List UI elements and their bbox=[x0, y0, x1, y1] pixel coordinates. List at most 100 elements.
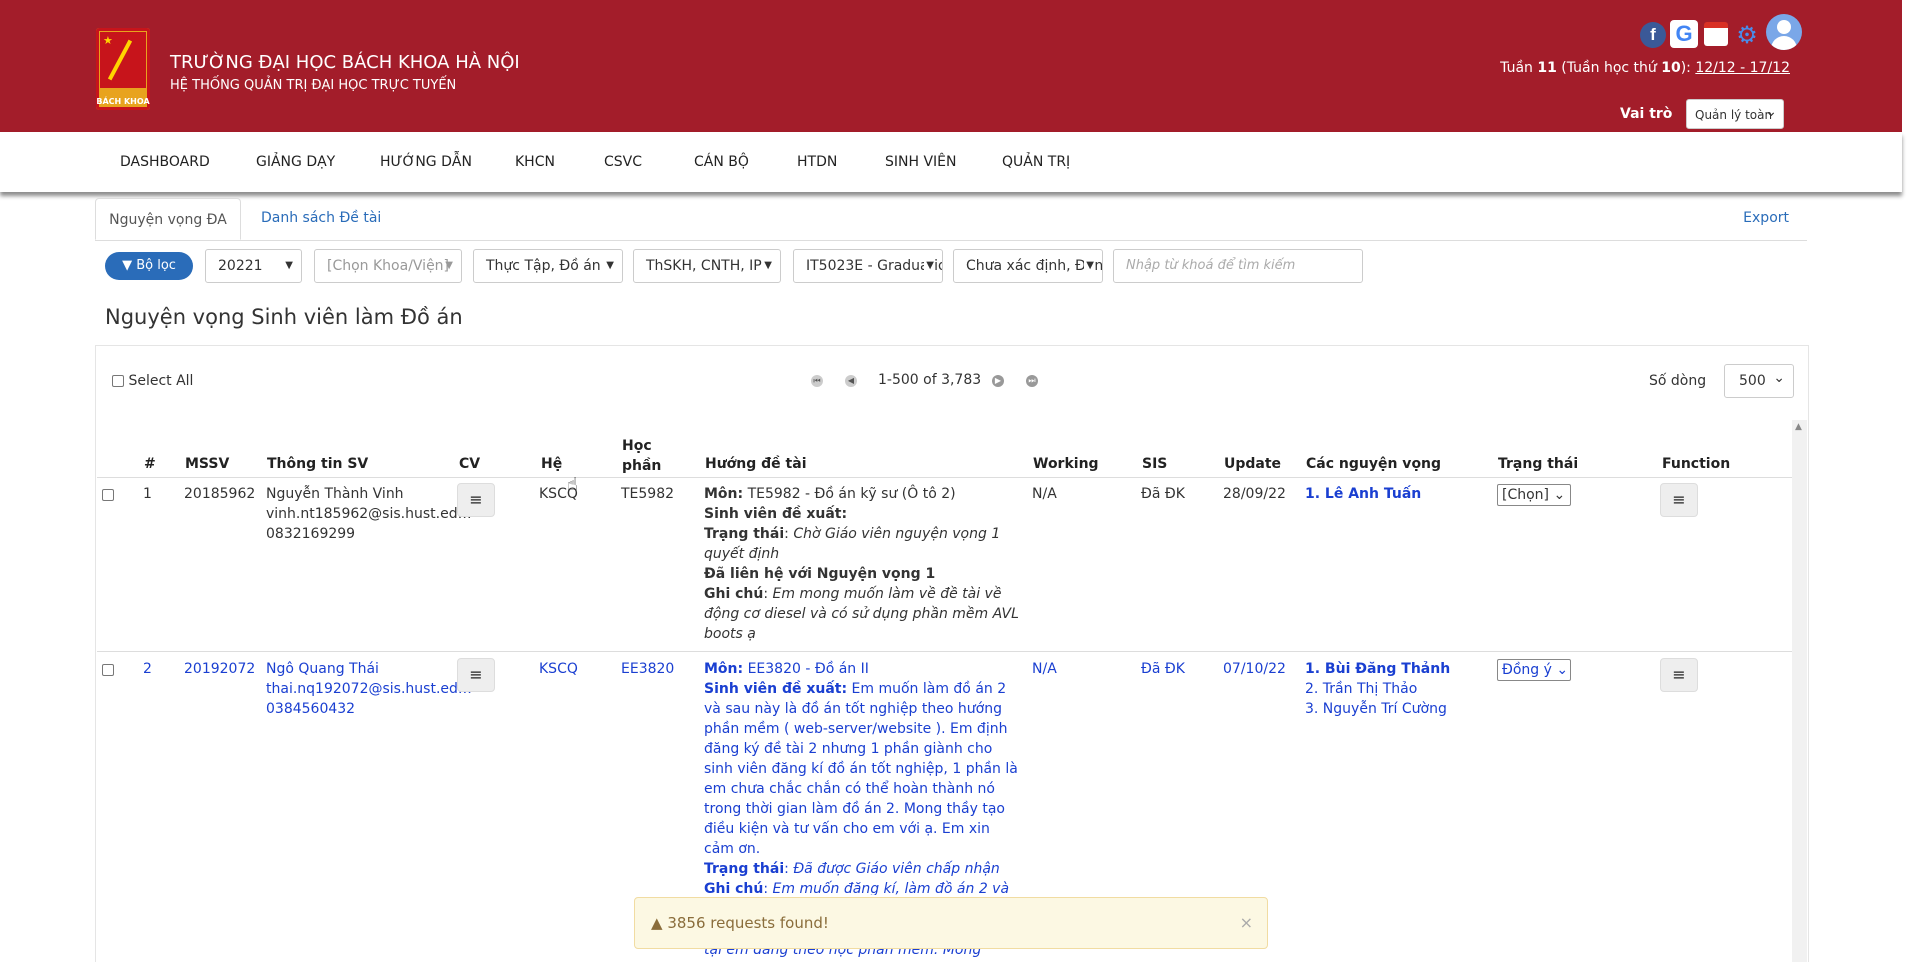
google-icon[interactable]: G bbox=[1670, 20, 1698, 48]
first-page-icon[interactable]: ⏮ bbox=[811, 375, 823, 387]
pagination-range: 1-500 of 3,783 bbox=[878, 372, 982, 388]
nav-htdn[interactable]: HTDN bbox=[797, 154, 837, 170]
prev-page-icon[interactable]: ◀ bbox=[845, 375, 857, 387]
col-status: Trạng thái bbox=[1498, 456, 1579, 472]
caret-icon: ▼ bbox=[924, 250, 934, 282]
col-working: Working bbox=[1033, 456, 1099, 472]
function-menu-button[interactable]: ≡ bbox=[1660, 483, 1698, 517]
wish-3[interactable]: 3. Nguyễn Trí Cường bbox=[1305, 699, 1447, 719]
nav-giang-day[interactable]: GIẢNG DẠY bbox=[256, 154, 335, 170]
tab-bar: Nguyện vọng ĐA Danh sách Đề tài Export bbox=[95, 198, 1807, 241]
term-value: 20221 bbox=[218, 258, 263, 274]
faculty-select[interactable]: [Chọn Khoa/Viện] ▼ bbox=[314, 249, 462, 283]
close-icon[interactable]: × bbox=[1240, 898, 1253, 948]
select-all-checkbox[interactable] bbox=[112, 375, 124, 387]
type-value: Thực Tập, Đồ án bbox=[486, 258, 601, 274]
row-system: KSCQ bbox=[539, 661, 578, 677]
course-select[interactable]: IT5023E - Graduation ▼ bbox=[793, 249, 943, 283]
calendar-icon[interactable] bbox=[1704, 22, 1728, 46]
status-filter-select[interactable]: Chưa xác định, Đồng ý▼ bbox=[953, 249, 1103, 283]
proposed-text: Em muốn làm đồ án 2 và sau này là đồ án … bbox=[704, 681, 1018, 857]
student-email: vinh.nt185962@sis.hust.edu.vn bbox=[266, 506, 476, 522]
row-working: N/A bbox=[1032, 661, 1057, 677]
gear-icon[interactable]: ⚙ bbox=[1734, 22, 1760, 48]
status-label: Trạng thái bbox=[704, 861, 785, 877]
caret-icon: ▼ bbox=[285, 260, 293, 271]
nav-can-bo[interactable]: CÁN BỘ bbox=[694, 154, 749, 170]
warning-icon: ▲ bbox=[651, 914, 663, 932]
row-divider bbox=[97, 651, 1792, 652]
facebook-icon[interactable]: f bbox=[1640, 22, 1666, 48]
nav-dashboard[interactable]: DASHBOARD bbox=[120, 154, 210, 170]
status-select[interactable]: Đồng ý ⌄ bbox=[1497, 659, 1571, 681]
tab-danh-sach-de-tai[interactable]: Danh sách Đề tài bbox=[261, 210, 381, 226]
week-prefix: Tuần bbox=[1500, 60, 1538, 76]
search-input[interactable]: Nhập từ khoá để tìm kiếm bbox=[1113, 249, 1363, 283]
row-update: 28/09/22 bbox=[1223, 486, 1286, 502]
program-value: ThSKH, CNTH, IPE bbox=[646, 258, 771, 274]
filter-button[interactable]: ▼ Bộ lọc bbox=[105, 252, 193, 280]
hand-cursor-icon: ☝ bbox=[567, 474, 578, 495]
status-select-value: Đồng ý bbox=[1502, 662, 1552, 678]
select-all-label: Select All bbox=[128, 373, 194, 389]
role-select[interactable]: Quản lý toàn bbox=[1686, 99, 1784, 129]
header-divider bbox=[97, 477, 1792, 478]
term-select[interactable]: 20221 ▼ bbox=[205, 249, 302, 283]
results-toast: ▲ 3856 requests found! × bbox=[634, 897, 1268, 949]
export-link[interactable]: Export bbox=[1743, 210, 1789, 226]
main-nav: DASHBOARD GIẢNG DẠY HƯỚNG DẪN KHCN CSVC … bbox=[0, 132, 1902, 192]
student-phone: 0384560432 bbox=[266, 701, 356, 717]
proposed-label: Sinh viên đề xuất: bbox=[704, 506, 848, 522]
header-bar: ★ BÁCH KHOA TRƯỜNG ĐẠI HỌC BÁCH KHOA HÀ … bbox=[0, 0, 1902, 132]
cv-menu-button[interactable]: ≡ bbox=[457, 483, 495, 517]
wish-1[interactable]: 1. Lê Anh Tuấn bbox=[1305, 484, 1421, 504]
week-number: 11 bbox=[1537, 60, 1557, 76]
type-select[interactable]: Thực Tập, Đồ án ▼ bbox=[473, 249, 623, 283]
university-logo[interactable]: ★ BÁCH KHOA bbox=[96, 28, 150, 110]
col-sis: SIS bbox=[1142, 456, 1168, 472]
function-menu-button[interactable]: ≡ bbox=[1660, 658, 1698, 692]
select-all[interactable]: Select All bbox=[112, 373, 193, 389]
program-select[interactable]: ThSKH, CNTH, IPE ▼ bbox=[633, 249, 781, 283]
logo-text: BÁCH KHOA bbox=[96, 97, 150, 106]
col-update: Update bbox=[1224, 456, 1282, 472]
subject-label: Môn: bbox=[704, 661, 744, 677]
row-course: EE3820 bbox=[621, 661, 675, 677]
col-function: Function bbox=[1662, 456, 1731, 472]
page-title: Nguyện vọng Sinh viên làm Đồ án bbox=[105, 305, 463, 329]
proposed-label: Sinh viên đề xuất: bbox=[704, 681, 848, 697]
course-value: IT5023E - Graduation bbox=[806, 258, 943, 274]
wish-2[interactable]: 2. Trần Thị Thảo bbox=[1305, 679, 1417, 699]
wish-1[interactable]: 1. Bùi Đăng Thảnh bbox=[1305, 659, 1450, 679]
status-select-value: [Chọn] bbox=[1502, 487, 1550, 503]
student-email: thai.nq192072@sis.hust.edu.vn bbox=[266, 681, 476, 697]
caret-icon: ▼ bbox=[445, 260, 453, 271]
student-phone: 0832169299 bbox=[266, 526, 356, 542]
nav-huong-dan[interactable]: HƯỚNG DẪN bbox=[380, 154, 472, 170]
week-range-link[interactable]: 12/12 - 17/12 bbox=[1695, 60, 1790, 76]
col-mssv: MSSV bbox=[185, 456, 230, 472]
nav-khcn[interactable]: KHCN bbox=[515, 154, 555, 170]
topic-details: Môn: EE3820 - Đồ án II Sinh viên đề xuất… bbox=[704, 659, 1022, 895]
col-student-info: Thông tin SV bbox=[267, 456, 369, 472]
nav-quan-tri[interactable]: QUẢN TRỊ bbox=[1002, 154, 1070, 170]
table-scrollbar[interactable]: ▲ bbox=[1792, 420, 1807, 962]
note-label: Ghi chú bbox=[704, 881, 764, 895]
last-page-icon[interactable]: ⏭ bbox=[1026, 375, 1038, 387]
cv-menu-button[interactable]: ≡ bbox=[457, 658, 495, 692]
tab-nguyen-vong[interactable]: Nguyện vọng ĐA bbox=[95, 198, 241, 240]
row-checkbox[interactable] bbox=[102, 489, 114, 501]
nav-sinh-vien[interactable]: SINH VIÊN bbox=[885, 154, 957, 170]
note-label: Ghi chú bbox=[704, 586, 764, 602]
rows-per-page-select[interactable]: 500 bbox=[1724, 364, 1794, 398]
status-select[interactable]: [Chọn] ⌄ bbox=[1497, 484, 1571, 506]
status-text: Đã được Giáo viên chấp nhận bbox=[793, 861, 1000, 877]
subject-value: TE5982 - Đồ án kỹ sư (Ô tô 2) bbox=[747, 486, 956, 502]
caret-icon: ▼ bbox=[606, 260, 614, 271]
nav-csvc[interactable]: CSVC bbox=[604, 154, 642, 170]
next-page-icon[interactable]: ▶ bbox=[992, 375, 1004, 387]
row-sis: Đã ĐK bbox=[1141, 661, 1185, 677]
row-checkbox[interactable] bbox=[102, 664, 114, 676]
avatar-icon[interactable] bbox=[1766, 14, 1802, 50]
scroll-up-icon[interactable]: ▲ bbox=[1795, 422, 1802, 432]
